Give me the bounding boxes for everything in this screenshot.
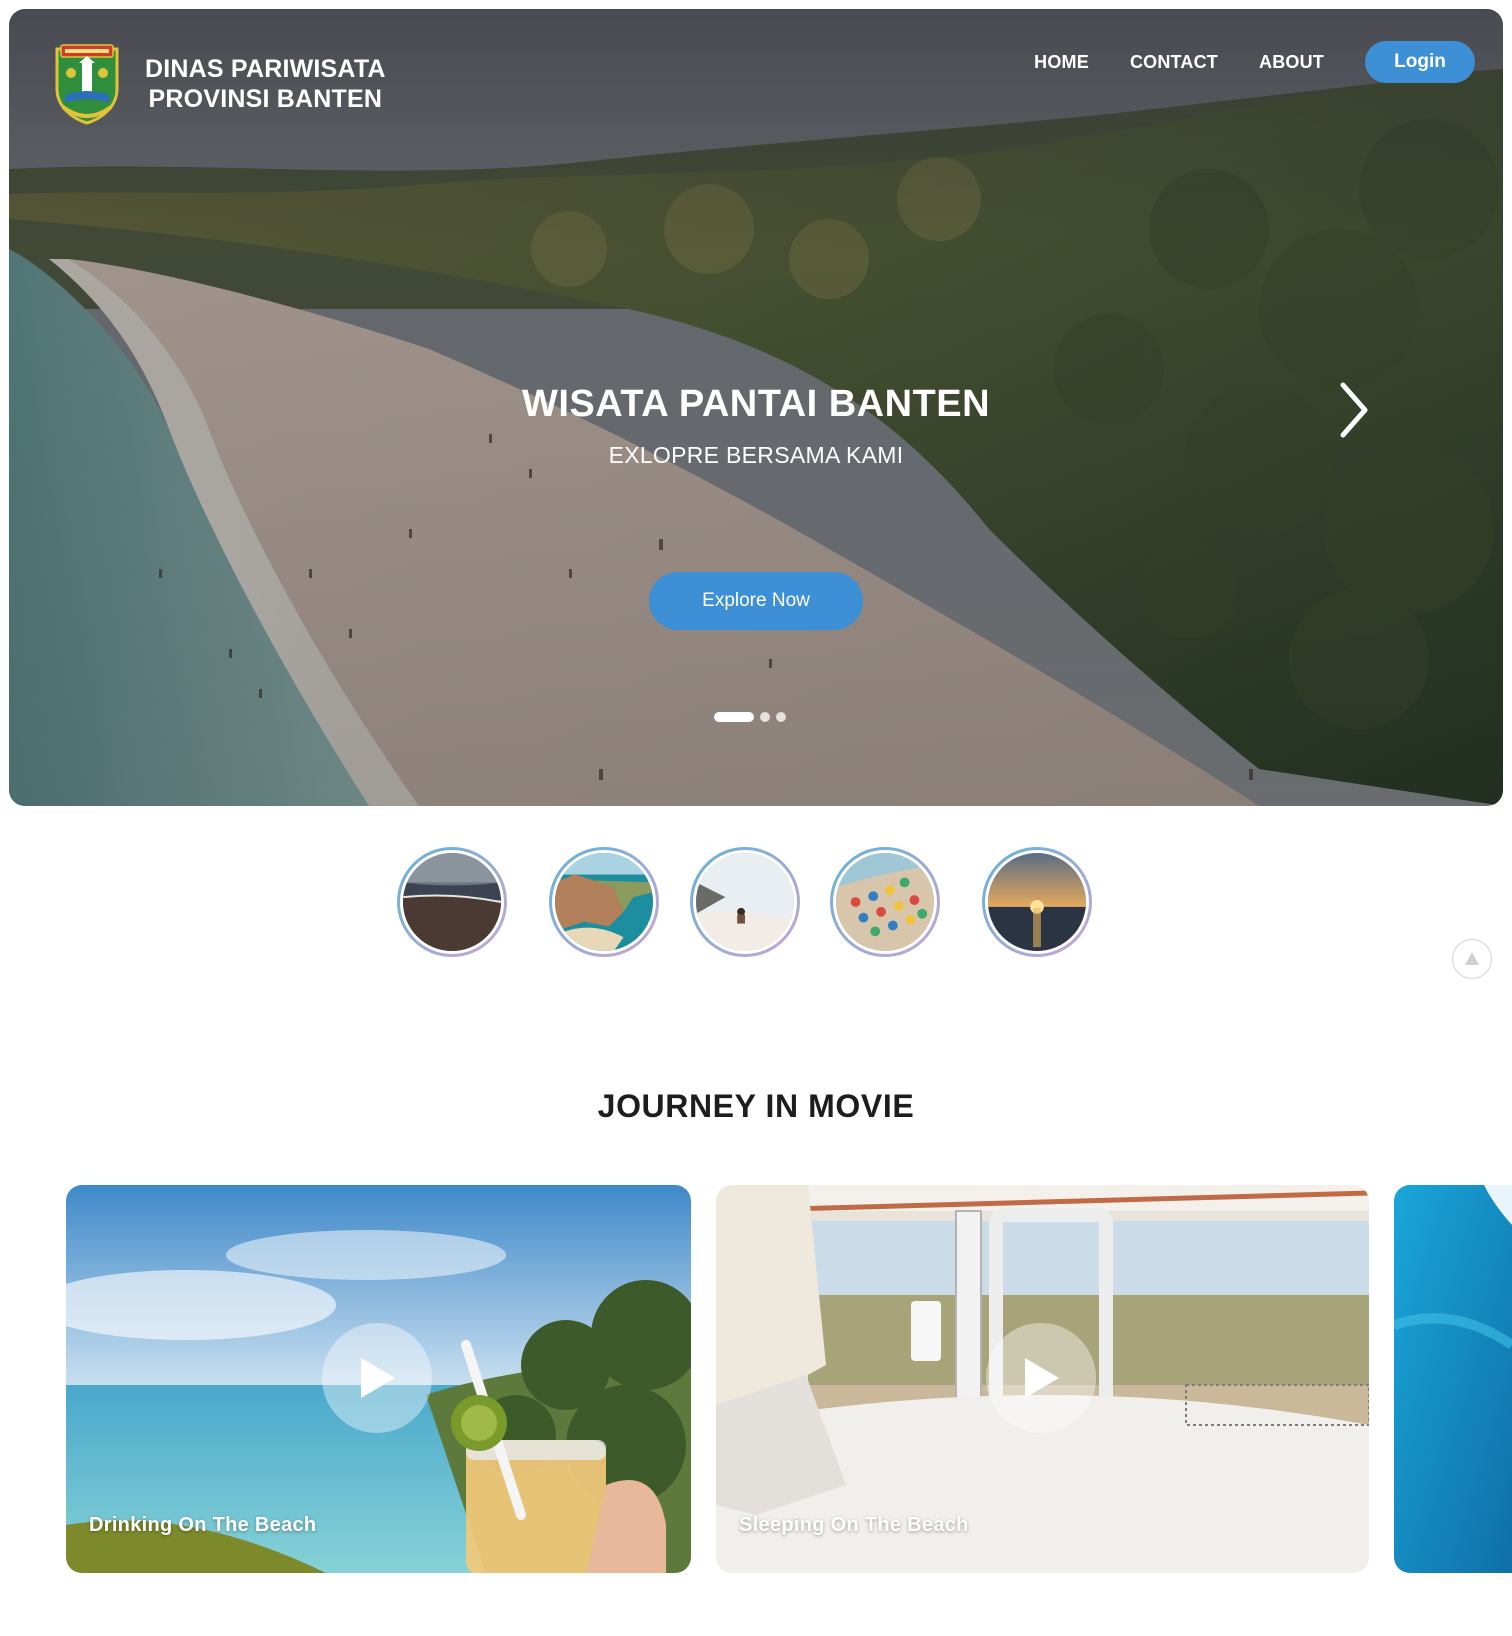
hero-banner: DINAS PARIWISATA PROVINSI BANTEN HOME CO… — [9, 9, 1503, 806]
slide-dot-3[interactable] — [776, 712, 786, 722]
play-button-sleeping[interactable] — [986, 1323, 1096, 1433]
chevron-right-icon[interactable] — [1337, 381, 1371, 439]
arrow-up-icon — [1465, 952, 1479, 965]
journey-section-title: JOURNEY IN MOVIE — [597, 1088, 915, 1124]
nav-about[interactable]: ABOUT — [1259, 52, 1324, 73]
thumb-dark-beach[interactable] — [397, 847, 507, 957]
nav-contact[interactable]: CONTACT — [1130, 52, 1218, 73]
thumb-sunset-sea[interactable] — [982, 847, 1092, 957]
slide-dot-1[interactable] — [714, 712, 754, 722]
thumb-person-on-dune[interactable] — [690, 847, 800, 957]
brand-line-1: DINAS PARIWISATA — [145, 55, 386, 83]
brand[interactable]: DINAS PARIWISATA PROVINSI BANTEN — [51, 43, 386, 125]
main-nav: HOME CONTACT ABOUT Login — [1034, 41, 1475, 83]
hero-subtitle: EXLOPRE BERSAMA KAMI — [608, 442, 904, 468]
brand-name: DINAS PARIWISATA PROVINSI BANTEN — [145, 54, 386, 114]
movie-card-drinking[interactable]: Drinking On The Beach — [66, 1185, 691, 1573]
slide-indicators — [714, 712, 786, 722]
movie-label-sleeping: Sleeping On The Beach — [739, 1514, 969, 1536]
slide-dot-2[interactable] — [760, 712, 770, 722]
movie-thumbnail-ocean — [1394, 1185, 1512, 1573]
explore-now-button[interactable]: Explore Now — [649, 572, 863, 630]
brand-line-2: PROVINSI BANTEN — [148, 85, 383, 113]
thumb-person-on-dune-image — [696, 853, 794, 951]
thumb-sunset-sea-image — [988, 853, 1086, 951]
play-icon — [361, 1358, 395, 1398]
play-button-drinking[interactable] — [322, 1323, 432, 1433]
banten-crest-icon — [55, 44, 119, 125]
movie-card-sleeping[interactable]: Sleeping On The Beach — [716, 1185, 1369, 1573]
thumb-dark-beach-image — [403, 853, 501, 951]
movie-label-drinking: Drinking On The Beach — [89, 1514, 317, 1536]
play-icon — [1025, 1358, 1059, 1398]
thumbnail-strip — [0, 847, 1512, 957]
thumb-cliff-cove-image — [555, 853, 653, 951]
movie-card-partial[interactable] — [1394, 1185, 1512, 1573]
thumb-umbrella-beach-image — [836, 853, 934, 951]
nav-home[interactable]: HOME — [1034, 52, 1089, 73]
hero-title: WISATA PANTAI BANTEN — [521, 383, 991, 425]
thumb-cliff-cove[interactable] — [549, 847, 659, 957]
scroll-to-top-button[interactable] — [1452, 939, 1492, 979]
thumb-umbrella-beach[interactable] — [830, 847, 940, 957]
login-button[interactable]: Login — [1365, 41, 1475, 83]
